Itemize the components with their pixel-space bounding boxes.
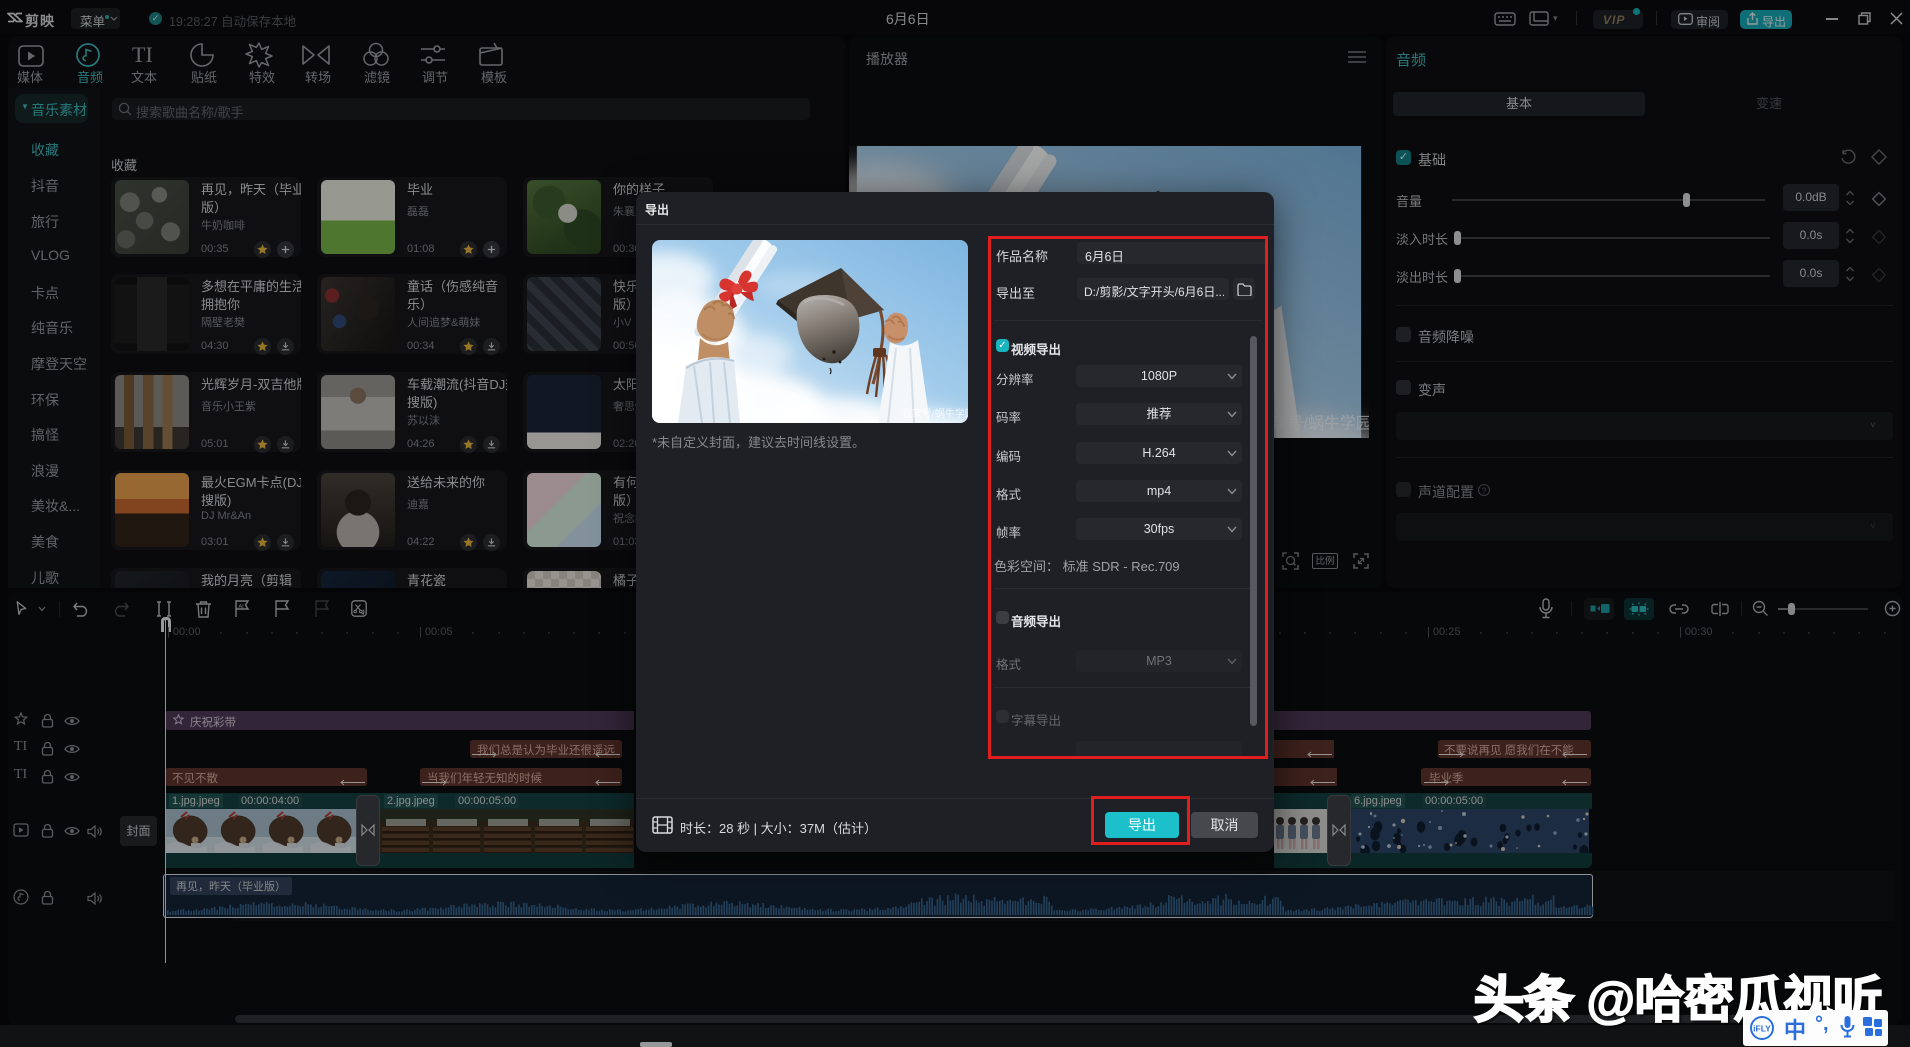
- svg-text:iFLY: iFLY: [1753, 1024, 1771, 1034]
- svg-text:百家号/蜗牛学园: 百家号/蜗牛学园: [902, 407, 968, 420]
